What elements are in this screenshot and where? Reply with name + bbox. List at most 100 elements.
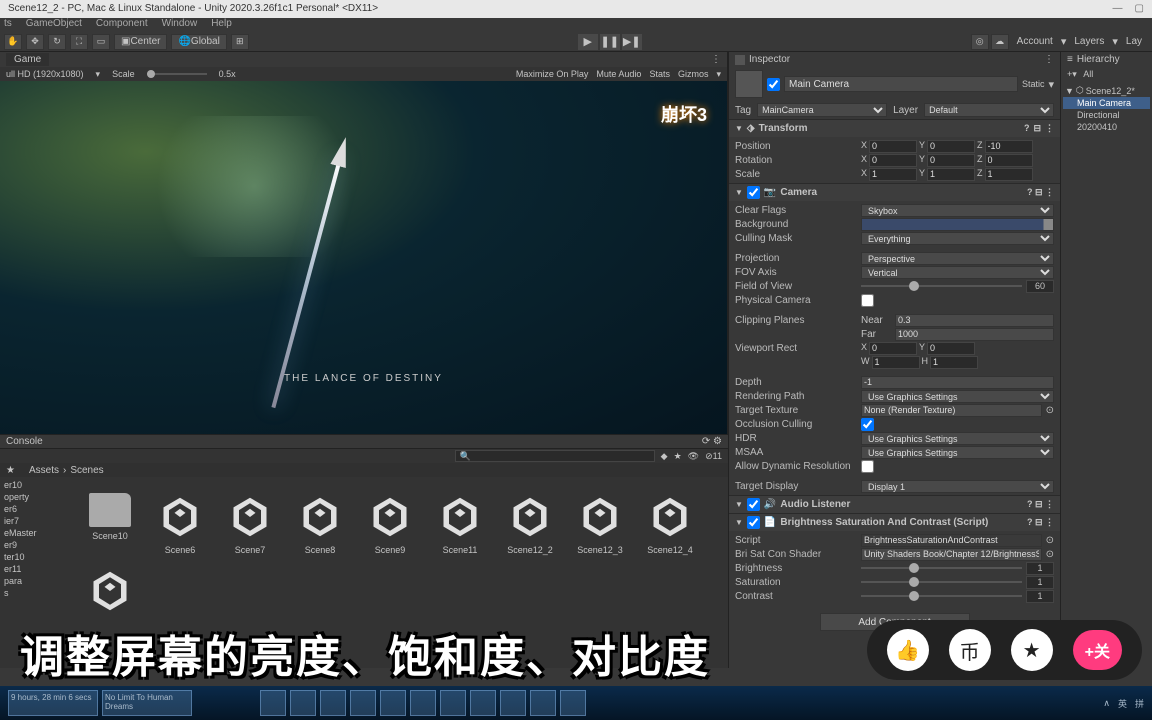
object-picker-icon[interactable]: ⊙: [1046, 535, 1054, 546]
start-button[interactable]: [260, 690, 286, 716]
layer-dropdown[interactable]: Default: [924, 103, 1054, 117]
menu-item[interactable]: Help: [211, 18, 232, 32]
taskbar-app[interactable]: [500, 690, 526, 716]
scene-asset[interactable]: Scene12_4: [641, 493, 699, 555]
search-by-label-icon[interactable]: ★: [674, 451, 682, 462]
rotation-y-input[interactable]: [927, 154, 975, 167]
widget-tile[interactable]: 9 hours, 28 min 6 secs: [8, 690, 98, 716]
gameobject-name-input[interactable]: [784, 76, 1018, 92]
menu-item[interactable]: Window: [162, 18, 198, 32]
help-icon[interactable]: ?: [1024, 123, 1030, 134]
panel-menu-icon[interactable]: ⋮: [1044, 54, 1054, 65]
static-dropdown[interactable]: Static: [1022, 79, 1045, 89]
gizmos-dropdown[interactable]: Gizmos: [678, 69, 709, 80]
taskbar-app[interactable]: [410, 690, 436, 716]
scale-z-input[interactable]: [985, 168, 1033, 181]
like-button[interactable]: 👍: [887, 629, 929, 671]
rotation-z-input[interactable]: [985, 154, 1033, 167]
fov-slider[interactable]: 60: [861, 280, 1054, 293]
occlusion-checkbox[interactable]: [861, 418, 874, 431]
rotation-x-input[interactable]: [869, 154, 917, 167]
account-dropdown[interactable]: Account: [1011, 36, 1059, 47]
object-picker-icon[interactable]: ⊙: [1046, 549, 1054, 560]
fov-axis-dropdown[interactable]: Vertical: [861, 266, 1054, 279]
saturation-slider[interactable]: 1: [861, 576, 1054, 589]
maximize-button[interactable]: ▢: [1135, 3, 1144, 15]
rotate-tool-button[interactable]: ↻: [48, 34, 66, 50]
scene-asset[interactable]: Scene12_2: [501, 493, 559, 555]
near-clip-input[interactable]: [895, 314, 1054, 327]
game-tab[interactable]: Game: [6, 53, 49, 66]
widget-tile[interactable]: No Limit To Human Dreams: [102, 690, 192, 716]
background-color-picker[interactable]: [861, 218, 1054, 231]
contrast-slider[interactable]: 1: [861, 590, 1054, 603]
step-button[interactable]: ▶❚: [622, 34, 642, 50]
taskbar-app[interactable]: [470, 690, 496, 716]
physical-camera-checkbox[interactable]: [861, 294, 874, 307]
console-tab[interactable]: Console: [6, 436, 43, 447]
move-tool-button[interactable]: ✥: [26, 34, 44, 50]
bsc-enabled-checkbox[interactable]: [747, 516, 760, 529]
object-picker-icon[interactable]: ⊙: [1046, 405, 1054, 416]
folder-asset[interactable]: Scene10: [81, 493, 139, 555]
search-all[interactable]: All: [1083, 69, 1093, 79]
position-y-input[interactable]: [927, 140, 975, 153]
audio-listener-header[interactable]: ▼ 🔊 Audio Listener ? ⊟ ⋮: [729, 496, 1060, 513]
mute-audio-toggle[interactable]: Mute Audio: [596, 69, 641, 80]
position-z-input[interactable]: [985, 140, 1033, 153]
transform-header[interactable]: ▼ ⬗ Transform ? ⊟ ⋮: [729, 120, 1060, 137]
favorite-button[interactable]: ★: [1011, 629, 1053, 671]
position-x-input[interactable]: [869, 140, 917, 153]
snap-button[interactable]: ⊞: [231, 34, 249, 50]
taskbar-app[interactable]: [290, 690, 316, 716]
scene-asset[interactable]: Scene12_3: [571, 493, 629, 555]
scene-asset[interactable]: Scene7: [221, 493, 279, 555]
camera-enabled-checkbox[interactable]: [747, 186, 760, 199]
scene-asset[interactable]: [81, 567, 139, 615]
hierarchy-item[interactable]: Directional: [1063, 109, 1150, 121]
panel-menu-icon[interactable]: ⋮: [711, 54, 721, 65]
cloud-button[interactable]: ☁: [991, 34, 1009, 50]
breadcrumb-item[interactable]: Scenes: [70, 465, 103, 476]
scene-item[interactable]: ▼⬡Scene12_2*: [1063, 84, 1150, 97]
pivot-rotation-button[interactable]: 🌐Global: [171, 34, 226, 50]
bsc-header[interactable]: ▼ 📄 Brightness Saturation And Contrast (…: [729, 514, 1060, 531]
coin-button[interactable]: 币: [949, 629, 991, 671]
breadcrumb-item[interactable]: Assets: [29, 465, 59, 476]
ime-mode[interactable]: 拼: [1135, 697, 1144, 710]
taskbar-app[interactable]: [380, 690, 406, 716]
menu-item[interactable]: ts: [4, 18, 12, 32]
scene-asset[interactable]: Scene8: [291, 493, 349, 555]
clear-flags-dropdown[interactable]: Skybox: [861, 204, 1054, 217]
minimize-button[interactable]: —: [1113, 3, 1123, 15]
layout-dropdown[interactable]: Lay: [1120, 36, 1148, 47]
windows-taskbar[interactable]: 9 hours, 28 min 6 secs No Limit To Human…: [0, 686, 1152, 720]
target-texture-input[interactable]: [861, 404, 1042, 417]
menu-icon[interactable]: ⋮: [1045, 123, 1054, 134]
scene-asset[interactable]: Scene11: [431, 493, 489, 555]
pause-button[interactable]: ❚❚: [600, 34, 620, 50]
taskbar-app[interactable]: [440, 690, 466, 716]
gameobject-icon[interactable]: [735, 70, 763, 98]
depth-input[interactable]: [861, 376, 1054, 389]
ime-indicator[interactable]: 英: [1118, 697, 1127, 710]
console-icons[interactable]: ⟳ ⚙: [702, 436, 722, 447]
collab-button[interactable]: ◎: [971, 34, 989, 50]
culling-mask-dropdown[interactable]: Everything: [861, 232, 1054, 245]
hdr-dropdown[interactable]: Use Graphics Settings: [861, 432, 1054, 445]
resolution-dropdown[interactable]: ull HD (1920x1080): [6, 69, 84, 79]
pivot-mode-button[interactable]: ▣Center: [114, 34, 167, 50]
hierarchy-item[interactable]: Main Camera: [1063, 97, 1150, 109]
scale-slider[interactable]: [147, 73, 207, 75]
hand-tool-button[interactable]: ✋: [4, 34, 22, 50]
menu-item[interactable]: GameObject: [26, 18, 82, 32]
play-button[interactable]: ▶: [578, 34, 598, 50]
scale-x-input[interactable]: [869, 168, 917, 181]
maximize-on-play-toggle[interactable]: Maximize On Play: [516, 69, 589, 80]
scene-asset[interactable]: Scene6: [151, 493, 209, 555]
search-by-type-icon[interactable]: ◆: [661, 451, 668, 462]
audio-enabled-checkbox[interactable]: [747, 498, 760, 511]
shader-ref-input[interactable]: [861, 548, 1042, 561]
favorites-icon[interactable]: ★: [6, 465, 15, 476]
create-dropdown[interactable]: +▾: [1067, 69, 1077, 79]
